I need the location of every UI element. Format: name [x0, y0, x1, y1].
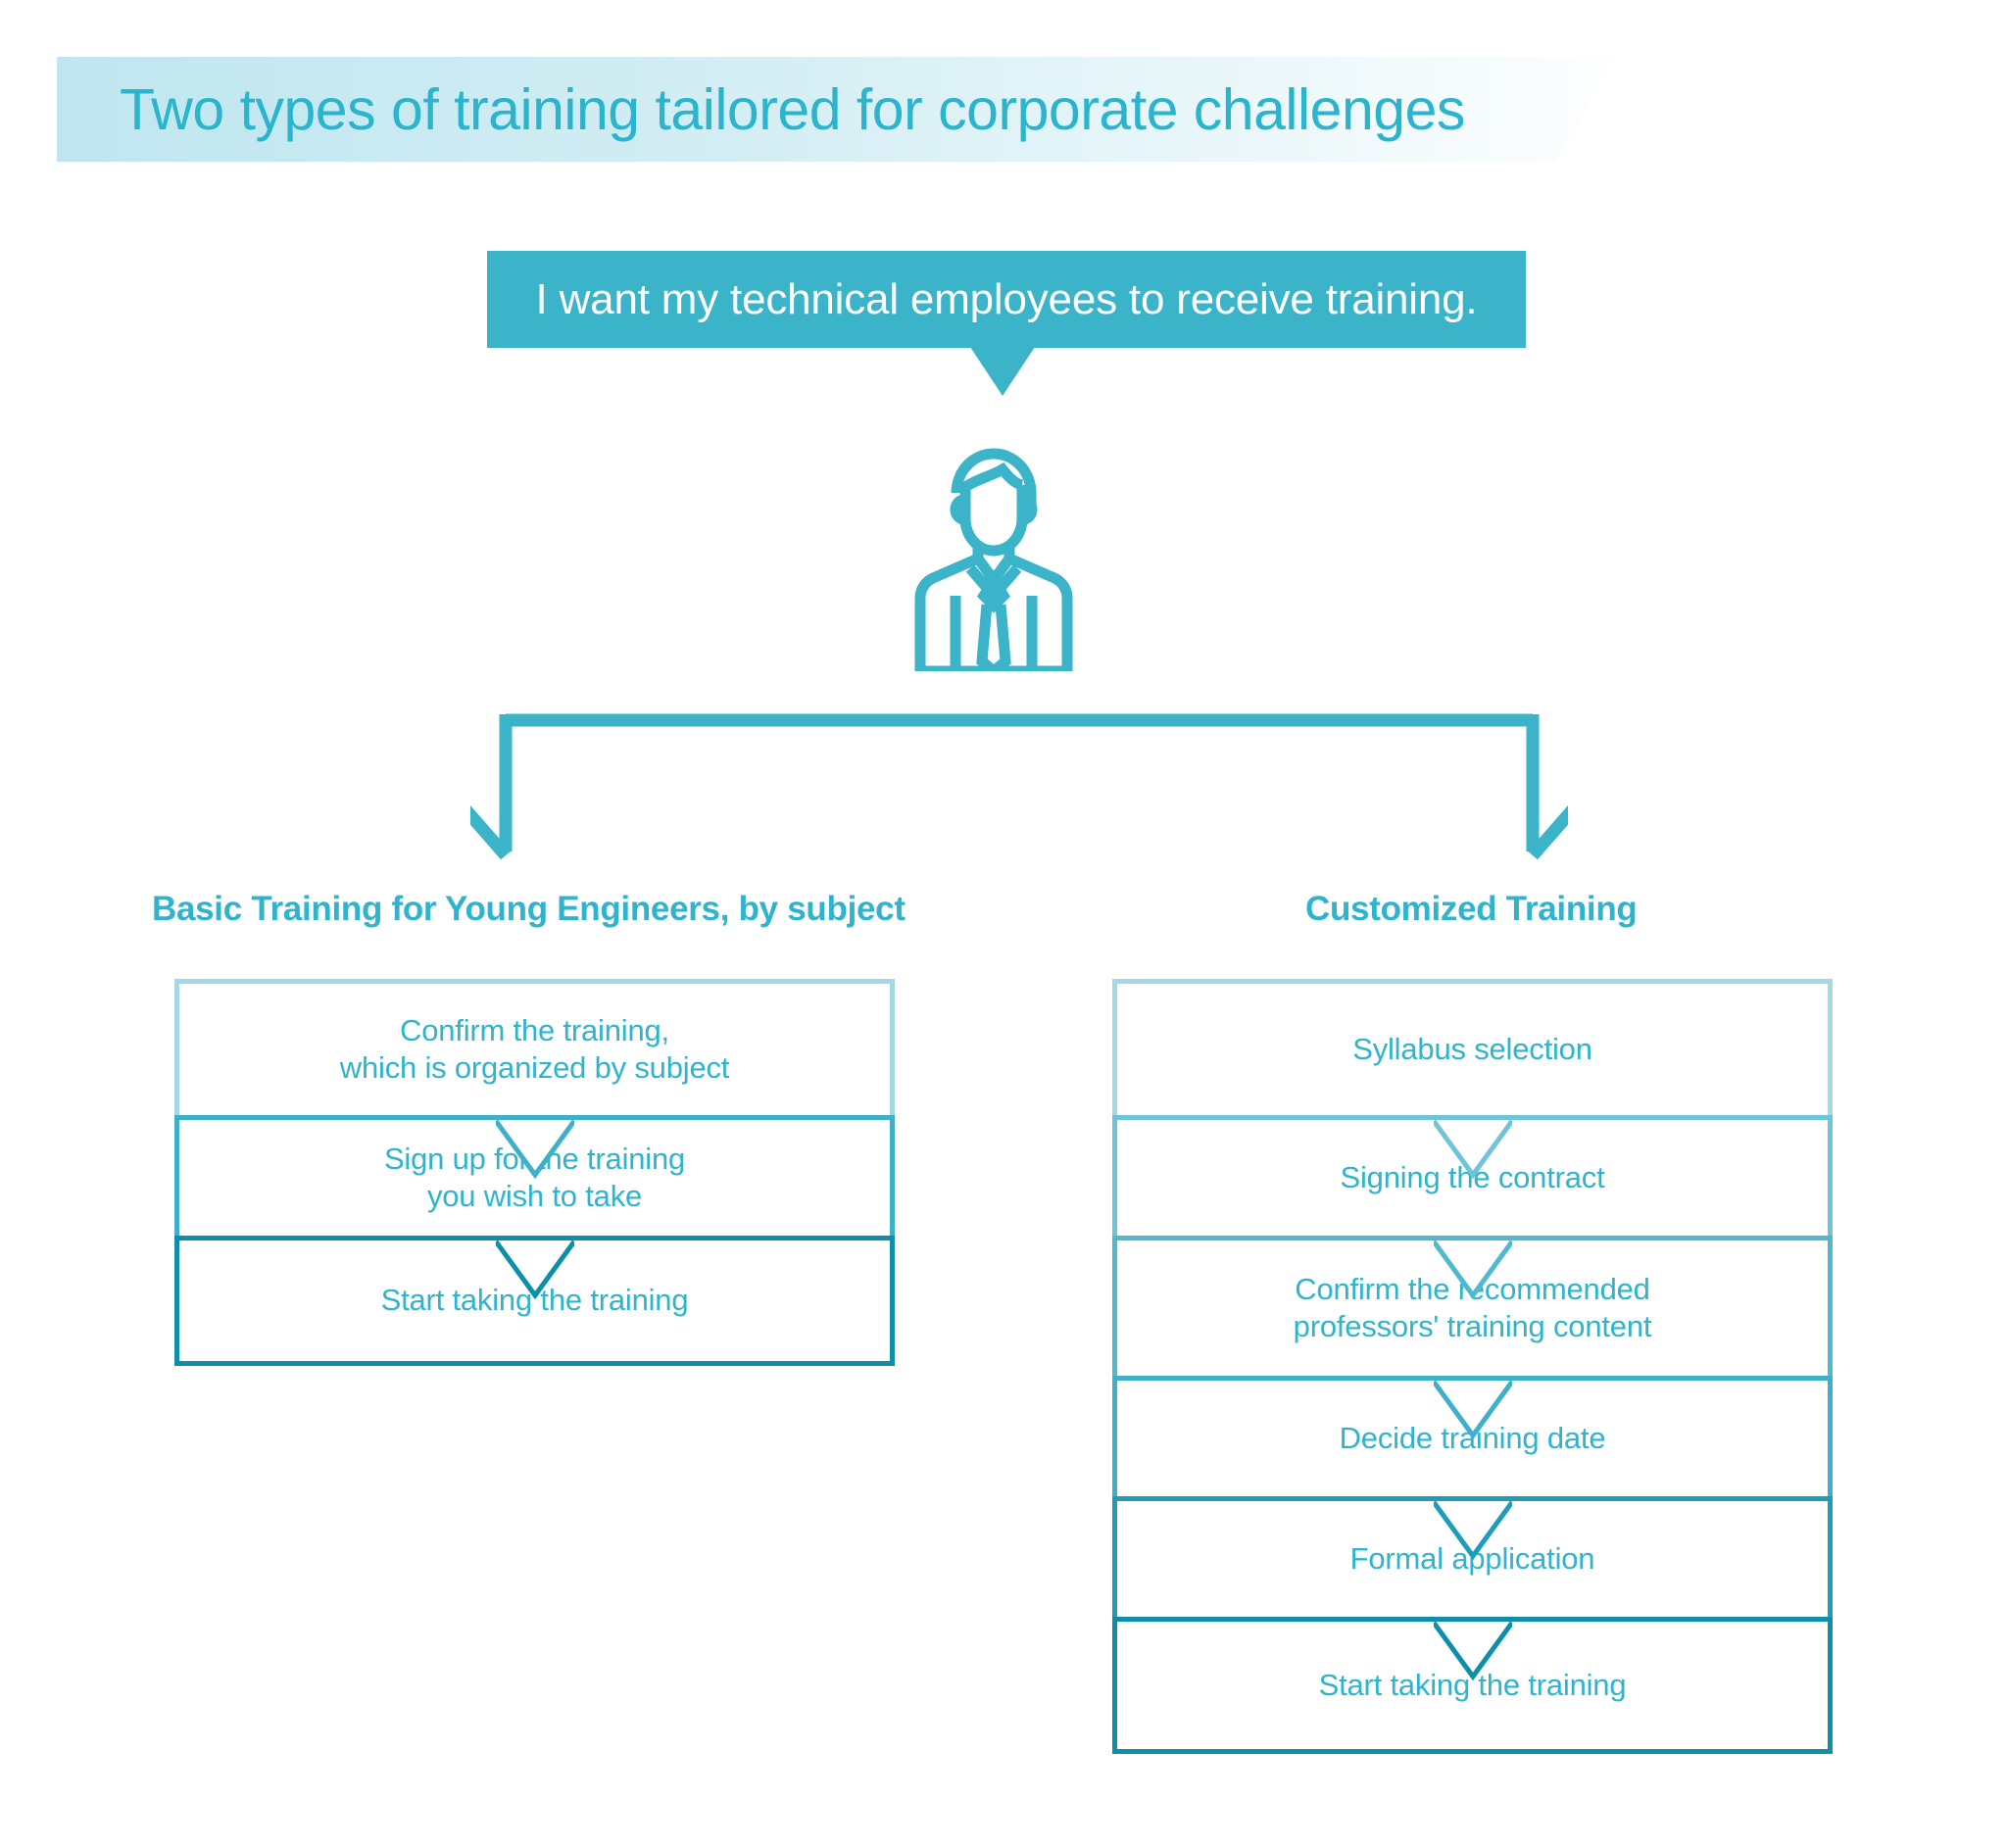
flow-step[interactable]: Confirm the recommended professors' trai…	[1112, 1236, 1833, 1381]
flow-column-customized-training: Syllabus selection Signing the contract Co…	[1112, 979, 1833, 1754]
flow-step-label: Formal application	[1349, 1540, 1595, 1576]
flow-step[interactable]: Sign up for the training you wish to tak…	[174, 1115, 895, 1240]
speech-bubble-text: I want my technical employees to receive…	[535, 274, 1478, 323]
flow-step-label: Decide training date	[1339, 1420, 1606, 1455]
flow-step[interactable]: Decide training date	[1112, 1376, 1833, 1501]
page-title: Two types of training tailored for corpo…	[120, 77, 1465, 142]
flow-step[interactable]: Confirm the training, which is organized…	[174, 979, 895, 1120]
speech-bubble-tail	[970, 347, 1035, 396]
flow-step-label: Confirm the training, which is organized…	[339, 1012, 730, 1085]
flow-step[interactable]: Formal application	[1112, 1496, 1833, 1622]
infographic-canvas: Two types of training tailored for corpo…	[0, 0, 2007, 1848]
businessman-icon	[911, 431, 1076, 679]
flow-step-label: Start taking the training	[1318, 1667, 1627, 1702]
flow-step[interactable]: Syllabus selection	[1112, 979, 1833, 1120]
flow-step[interactable]: Start taking the training	[1112, 1617, 1833, 1754]
flow-step[interactable]: Signing the contract	[1112, 1115, 1833, 1240]
split-arrow-connector	[460, 691, 1579, 877]
flow-step-label: Start taking the training	[380, 1283, 689, 1318]
column-heading-customized-training: Customized Training	[1305, 890, 1638, 928]
flow-step-label: Confirm the recommended professors' trai…	[1293, 1271, 1652, 1343]
column-heading-basic-training: Basic Training for Young Engineers, by s…	[152, 890, 906, 928]
flow-step[interactable]: Start taking the training	[174, 1236, 895, 1366]
flow-column-basic-training: Confirm the training, which is organized…	[174, 979, 895, 1366]
flow-step-label: Syllabus selection	[1352, 1031, 1592, 1066]
speech-bubble: I want my technical employees to receive…	[487, 251, 1526, 348]
flow-step-label: Signing the contract	[1340, 1159, 1605, 1194]
flow-step-label: Sign up for the training you wish to tak…	[383, 1141, 686, 1213]
